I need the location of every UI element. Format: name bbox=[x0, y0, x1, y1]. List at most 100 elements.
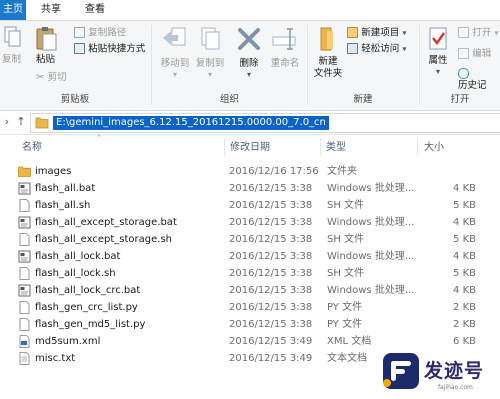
file-row[interactable]: md5sum.xml 2016/12/15 3:49 XML 文档 6 KB bbox=[0, 333, 500, 350]
open-button[interactable]: 打开 ▾ bbox=[458, 27, 498, 40]
easy-access-icon bbox=[347, 43, 358, 54]
move-to-button[interactable]: 移动到 ▾ bbox=[158, 25, 192, 79]
column-header-name[interactable]: 名称 bbox=[22, 140, 42, 156]
cut-button[interactable]: ✂ 剪切 bbox=[36, 72, 67, 84]
file-name: flash_all.sh bbox=[35, 200, 91, 211]
batch-file-icon bbox=[18, 284, 31, 297]
tab-view[interactable]: 查看 bbox=[80, 0, 110, 20]
file-row[interactable]: flash_all_except_storage.sh 2016/12/15 3:… bbox=[0, 231, 500, 248]
file-type: 文本文档 bbox=[327, 353, 367, 364]
ribbon-tab-bar: 主页 共享 查看 bbox=[0, 0, 500, 21]
chevron-right-icon[interactable]: › bbox=[0, 114, 14, 130]
open-icon bbox=[458, 27, 469, 38]
file-type: Windows 批处理... bbox=[327, 285, 415, 296]
rename-button[interactable]: 重命名 bbox=[268, 25, 302, 70]
file-name: images bbox=[35, 166, 72, 177]
chevron-down-icon: ▾ bbox=[402, 28, 407, 38]
organize-group-label: 组织 bbox=[219, 94, 239, 105]
new-item-label: 新建项目 bbox=[361, 27, 400, 39]
batch-file-icon bbox=[18, 182, 31, 195]
move-to-label: 移动到 bbox=[160, 58, 190, 69]
ribbon: 复制 粘贴 复制路径 粘贴快捷方式 ✂ 剪切 剪贴板 移动到 ▾ 复制到 ▾ 删… bbox=[0, 21, 500, 111]
history-button[interactable]: 历史记 bbox=[458, 68, 500, 92]
address-path[interactable]: E:\gemini_images_6.12.15_20161215.0000.0… bbox=[53, 116, 329, 130]
file-size: 2 KB bbox=[453, 319, 476, 330]
file-row[interactable]: flash_all.bat 2016/12/15 3:38 Windows 批处理.… bbox=[0, 180, 500, 197]
up-arrow-icon[interactable]: ↑ bbox=[14, 114, 28, 130]
column-divider[interactable] bbox=[417, 138, 418, 156]
file-name: flash_gen_crc_list.py bbox=[35, 302, 138, 313]
xml-file-icon bbox=[18, 335, 31, 348]
easy-access-button[interactable]: 轻松访问 ▾ bbox=[347, 43, 406, 56]
file-icon bbox=[18, 233, 31, 246]
file-name: md5sum.xml bbox=[35, 336, 101, 347]
file-modified-date: 2016/12/15 3:38 bbox=[229, 251, 313, 262]
paste-shortcut-icon bbox=[74, 43, 85, 54]
file-row[interactable]: flash_gen_crc_list.py 2016/12/15 3:38 PY 文… bbox=[0, 299, 500, 316]
properties-label: 属性 bbox=[428, 55, 448, 66]
file-type: Windows 批处理... bbox=[327, 251, 415, 262]
file-modified-date: 2016/12/15 3:38 bbox=[229, 268, 313, 279]
paste-icon bbox=[36, 27, 57, 51]
delete-button[interactable]: 删除 ▾ bbox=[234, 25, 264, 79]
file-row[interactable]: flash_all_lock.sh 2016/12/15 3:38 SH 文件 5 K… bbox=[0, 265, 500, 282]
file-modified-date: 2016/12/16 17:56 bbox=[229, 166, 319, 177]
column-divider[interactable] bbox=[224, 138, 225, 156]
file-name: flash_all_except_storage.bat bbox=[35, 217, 177, 228]
paste-button[interactable]: 粘贴 bbox=[34, 25, 62, 66]
chevron-down-icon: ▾ bbox=[172, 70, 177, 79]
new-folder-icon bbox=[320, 27, 333, 51]
copy-to-button[interactable]: 复制到 ▾ bbox=[193, 25, 227, 79]
column-header-size[interactable]: 大小 bbox=[424, 140, 444, 156]
properties-button[interactable]: 属性 ▾ bbox=[424, 25, 452, 76]
ribbon-divider bbox=[307, 25, 308, 105]
file-modified-date: 2016/12/15 3:49 bbox=[229, 336, 313, 347]
address-bar[interactable]: E:\gemini_images_6.12.15_20161215.0000.0… bbox=[30, 113, 500, 133]
edit-icon bbox=[458, 48, 469, 59]
copy-button[interactable]: 复制 bbox=[2, 25, 24, 66]
file-modified-date: 2016/12/15 3:38 bbox=[229, 234, 313, 245]
edit-button[interactable]: 编辑 bbox=[458, 48, 491, 61]
file-size: 2 KB bbox=[453, 302, 476, 313]
history-label: 历史记 bbox=[458, 79, 487, 91]
file-row[interactable]: flash_gen_md5_list.py 2016/12/15 3:38 PY 文… bbox=[0, 316, 500, 333]
file-row[interactable]: flash_all_lock_crc.bat 2016/12/15 3:38 Win… bbox=[0, 282, 500, 299]
file-size: 5 KB bbox=[453, 234, 476, 245]
column-header-date[interactable]: 修改日期 bbox=[230, 140, 270, 156]
paste-label: 粘贴 bbox=[36, 54, 56, 65]
column-header-type[interactable]: 类型 bbox=[326, 140, 346, 156]
tab-share[interactable]: 共享 bbox=[36, 0, 66, 20]
edit-label: 编辑 bbox=[472, 48, 492, 60]
chevron-down-icon: ▾ bbox=[246, 70, 251, 79]
file-size: 5 KB bbox=[453, 200, 476, 211]
column-divider[interactable] bbox=[320, 138, 321, 156]
chevron-down-icon: ▾ bbox=[402, 44, 407, 54]
new-folder-button[interactable]: 新建 文件夹 bbox=[311, 25, 345, 80]
copy-to-label: 复制到 bbox=[195, 58, 225, 69]
new-group-label: 新建 bbox=[353, 94, 373, 105]
file-row[interactable]: flash_all_except_storage.bat 2016/12/15 3… bbox=[0, 214, 500, 231]
folder-icon bbox=[35, 117, 49, 129]
file-name: flash_gen_md5_list.py bbox=[35, 319, 146, 330]
file-modified-date: 2016/12/15 3:49 bbox=[229, 353, 313, 364]
file-modified-date: 2016/12/15 3:38 bbox=[229, 285, 313, 296]
file-row[interactable]: flash_all_lock.bat 2016/12/15 3:38 Windows… bbox=[0, 248, 500, 265]
delete-label: 删除 bbox=[239, 58, 259, 69]
chevron-down-icon: ▾ bbox=[435, 67, 440, 76]
chevron-down-icon: ▾ bbox=[207, 70, 212, 79]
new-item-button[interactable]: 新建项目 ▾ bbox=[347, 27, 406, 40]
new-item-icon bbox=[347, 27, 358, 38]
file-row[interactable]: flash_all.sh 2016/12/15 3:38 SH 文件 5 KB bbox=[0, 197, 500, 214]
file-type: SH 文件 bbox=[327, 268, 365, 279]
copy-path-button[interactable]: 复制路径 bbox=[74, 27, 126, 40]
file-size: 4 KB bbox=[453, 285, 476, 296]
file-type: XML 文档 bbox=[327, 336, 372, 347]
file-size: 4 KB bbox=[453, 217, 476, 228]
tab-home[interactable]: 主页 bbox=[0, 0, 26, 20]
file-row[interactable]: images 2016/12/16 17:56 文件夹 bbox=[0, 163, 500, 180]
file-name: flash_all.bat bbox=[35, 183, 96, 194]
text-file-icon bbox=[18, 352, 31, 365]
paste-shortcut-button[interactable]: 粘贴快捷方式 bbox=[74, 43, 145, 56]
ribbon-divider bbox=[419, 25, 420, 105]
file-name: misc.txt bbox=[35, 353, 76, 364]
